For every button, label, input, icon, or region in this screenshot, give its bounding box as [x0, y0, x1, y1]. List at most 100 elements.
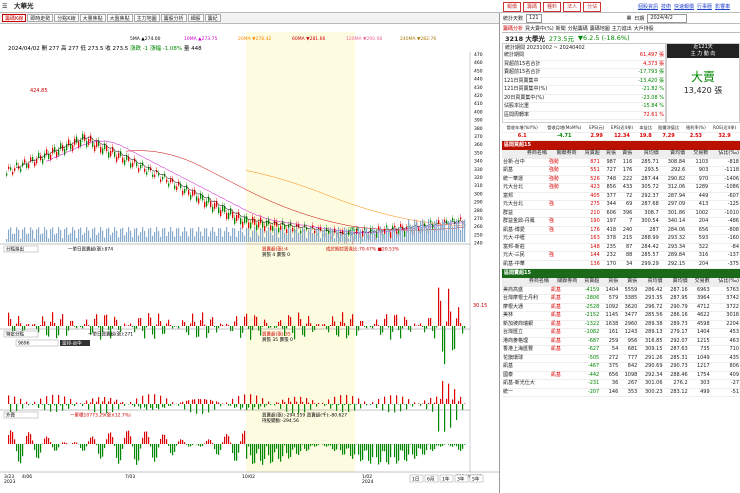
broker-row[interactable]: 群益金鼎-丹鳳強 190 197 7 300.54 340.14 204 -486 — [502, 217, 740, 227]
subtab-map[interactable]: 籌碼地圖 — [590, 25, 610, 32]
broker-row[interactable]: 群益 210 606 396 308.7 301.86 1002 -1010 — [502, 209, 740, 218]
broker-cell: 289.73 — [663, 320, 689, 329]
broker-cell: 353 — [619, 388, 639, 397]
material-button[interactable]: 種料 — [543, 2, 562, 12]
col-header[interactable]: 賣均價 — [663, 278, 689, 287]
broker-row[interactable]: 港商麥格理 凱基 -687 259 956 316.85 292.07 1215 463 — [502, 337, 740, 346]
menu-icon[interactable]: ☰ — [2, 3, 7, 10]
date-input[interactable]: 2024/4/2 — [647, 13, 688, 23]
days-select[interactable]: 121 — [526, 13, 542, 23]
link-tech[interactable]: 技術 — [661, 3, 671, 10]
tab-main-map[interactable]: 主力地圖 — [133, 14, 160, 22]
broker-row[interactable]: 凱基 -467 375 842 290.69 290.73 1217 806 — [502, 362, 740, 372]
col-header[interactable]: 賣張 — [617, 150, 634, 159]
y-tick: 450 — [474, 68, 483, 74]
broker-row[interactable]: 台灣摩根士丹利 凱基 -2806 579 3385 293.35 287.95 3964 374… — [502, 294, 740, 304]
broker-cell: 413 — [686, 200, 710, 210]
calendar-icon[interactable]: ▦ — [627, 15, 632, 21]
broker-cell: -160 — [709, 234, 740, 244]
chips-button[interactable]: 籌碼 — [523, 2, 542, 12]
tab-branch-k[interactable]: 分點K線 — [54, 14, 79, 22]
col-header[interactable]: 買均價 — [638, 278, 664, 287]
col-header[interactable]: 佔比(‰) — [710, 278, 740, 287]
broker-row[interactable]: 統一 -207 146 353 300.23 283.12 499 -51 — [502, 388, 740, 397]
broker-row[interactable]: 凱基-新光仕大 -231 36 267 301.06 276.2 303 -27 — [502, 379, 740, 389]
tab-market-focus[interactable]: 大盤焦點 — [106, 14, 133, 22]
tab-record[interactable]: 籌紀 — [204, 14, 221, 22]
stock-change: ▼6.2.5 (-18.6%) — [577, 34, 630, 42]
broker-row[interactable]: 凱基 強勢 551 727 176 293.5 292.6 903 -1118 — [502, 166, 740, 176]
broker-row[interactable]: 元大台北 強勢 423 856 433 305.72 312.06 1289 -1086 — [502, 183, 740, 193]
y-tick: 400 — [474, 109, 483, 115]
subtab-holders[interactable]: 大戶持股 — [634, 25, 654, 32]
broker-row[interactable]: 美林 凱基 -2152 1145 3477 285.56 286.16 4622 3018 — [502, 311, 740, 321]
broker-row[interactable]: 台新-台中 強勢 871 987 116 285.71 308.84 1103 -818 — [502, 158, 740, 167]
broker-row[interactable]: 元大-三民強 144 232 88 285.57 289.84 316 -137 — [502, 251, 740, 261]
subtab-branch[interactable]: 分點籌碼 — [568, 25, 588, 32]
col-header[interactable]: 券商名稱 — [502, 278, 550, 287]
chart-canvas[interactable]: 5MA ▲274.00 10MA ▲273.75 20MA ▼278.42 60MA … — [0, 32, 500, 493]
broker-cell: -4159 — [578, 286, 601, 295]
broker-cell: 232 — [600, 251, 618, 261]
broker-row[interactable]: 花旗環球 -505 272 777 291.26 285.31 1049 435 — [502, 354, 740, 363]
panel2-select-label: 分點進出 — [6, 246, 24, 253]
broker-row[interactable]: 統一華運 強勢 526 748 222 287.44 290.82 970 -1406 — [502, 175, 740, 184]
broker-cell — [549, 354, 579, 363]
col-header[interactable]: 交易數 — [686, 150, 710, 159]
subtab-buy-sell[interactable]: 買大賣中(%) — [525, 25, 554, 32]
broker-cell: 凱基 — [549, 286, 579, 295]
broker-row[interactable]: 凱基-中華 136 170 34 299.29 292.15 204 -375 — [502, 260, 740, 269]
link-fast-quote[interactable]: 快速報價 — [674, 3, 694, 10]
col-header[interactable]: 買張 — [600, 150, 618, 159]
col-header[interactable]: 關聯券商 — [547, 150, 578, 159]
broker-cell: 摩根大通 — [502, 303, 550, 312]
broker-cell: -818 — [709, 158, 740, 167]
col-header[interactable]: 券商名稱 — [502, 150, 548, 159]
broker-row[interactable]: 摩根大通 凱基 -2528 1092 3620 296.72 290.79 4712 3722 — [502, 303, 740, 312]
col-header[interactable]: 交易數 — [688, 278, 711, 287]
subtab-main-flow[interactable]: 主力進出 — [612, 25, 632, 32]
broker-cell: 292.07 — [663, 337, 689, 346]
tab-detail[interactable]: 細股 — [187, 14, 204, 22]
subtab-chip[interactable]: 籌碼分析 — [503, 25, 523, 32]
broker-cell: 3964 — [688, 294, 711, 304]
col-header[interactable]: 關聯券商 — [549, 278, 579, 287]
link-calendar[interactable]: 行事曆 — [697, 3, 712, 10]
broker-row[interactable]: 新加坡商瑞銀 凱基 -1322 1638 2960 289.38 289.73 4598 220… — [502, 320, 740, 329]
col-header[interactable]: 買賣超 — [578, 278, 601, 287]
range-button-label: 1日 — [412, 477, 419, 483]
quote-button[interactable]: 報價 — [503, 2, 522, 12]
col-header[interactable]: 賣張 — [619, 278, 639, 287]
panel4-series-label: 一累積10773.29(張)(12.7%) — [70, 412, 131, 419]
broker-row[interactable]: 富邦-新莊 148 235 87 284.42 293.34 322 -84 — [502, 243, 740, 252]
y-tick: 320 — [474, 175, 483, 181]
col-header[interactable]: 佔比(‰) — [709, 150, 740, 159]
y-tick: 360 — [474, 142, 483, 148]
broker-row[interactable]: 香港上海匯豐 凱基 -627 54 681 309.15 287.63 735 710 — [502, 345, 740, 355]
col-header[interactable]: 賣均價 — [659, 150, 687, 159]
broker-cell: 144 — [577, 251, 601, 261]
broker-cell: 309.15 — [638, 345, 664, 355]
col-header[interactable]: 買賣超 — [577, 150, 601, 159]
subtab-news[interactable]: 新聞 — [556, 25, 566, 32]
link-stock-info[interactable]: 個股資訊 — [638, 3, 658, 10]
broker-cell: 856 — [600, 183, 618, 193]
institution-button[interactable]: 法人 — [563, 2, 582, 12]
tab-chip-analysis[interactable]: 籌股分析 — [160, 14, 187, 22]
broker-row[interactable]: 元大台北強 275 344 69 287.68 297.09 413 -125 — [502, 200, 740, 210]
y-tick: 260 — [474, 224, 483, 230]
broker-row[interactable]: 元大-中壢 163 378 215 288.99 293.32 593 -160 — [502, 234, 740, 244]
split-button[interactable]: 分佔 — [583, 2, 602, 12]
col-header[interactable]: 買均價 — [633, 150, 660, 159]
broker-row[interactable]: 富邦 405 377 72 292.37 287.94 449 -607 — [502, 192, 740, 201]
col-header[interactable]: 買張 — [600, 278, 620, 287]
tab-volume-focus[interactable]: 大量焦點 — [79, 14, 106, 22]
tab-chip-k[interactable]: 籌碼K線 — [2, 14, 27, 22]
tab-intraday[interactable]: 即時走勢 — [27, 14, 54, 22]
broker-row[interactable]: 國泰 凱基 -442 656 1098 292.34 288.46 1754 409 — [502, 371, 740, 380]
verdict: 大賣 — [690, 70, 715, 84]
broker-row[interactable]: 凱基-博愛強 176 418 240 287 284.06 656 -808 — [502, 226, 740, 235]
link-impact[interactable]: 影響車 — [715, 3, 730, 10]
broker-row[interactable]: 美商高盛 凱基 -4159 1404 5559 286.42 287.16 6963 5763 — [502, 286, 740, 295]
broker-row[interactable]: 台灣匯立 凱基 -1082 161 1243 289.13 279.17 1404 453 — [502, 328, 740, 338]
